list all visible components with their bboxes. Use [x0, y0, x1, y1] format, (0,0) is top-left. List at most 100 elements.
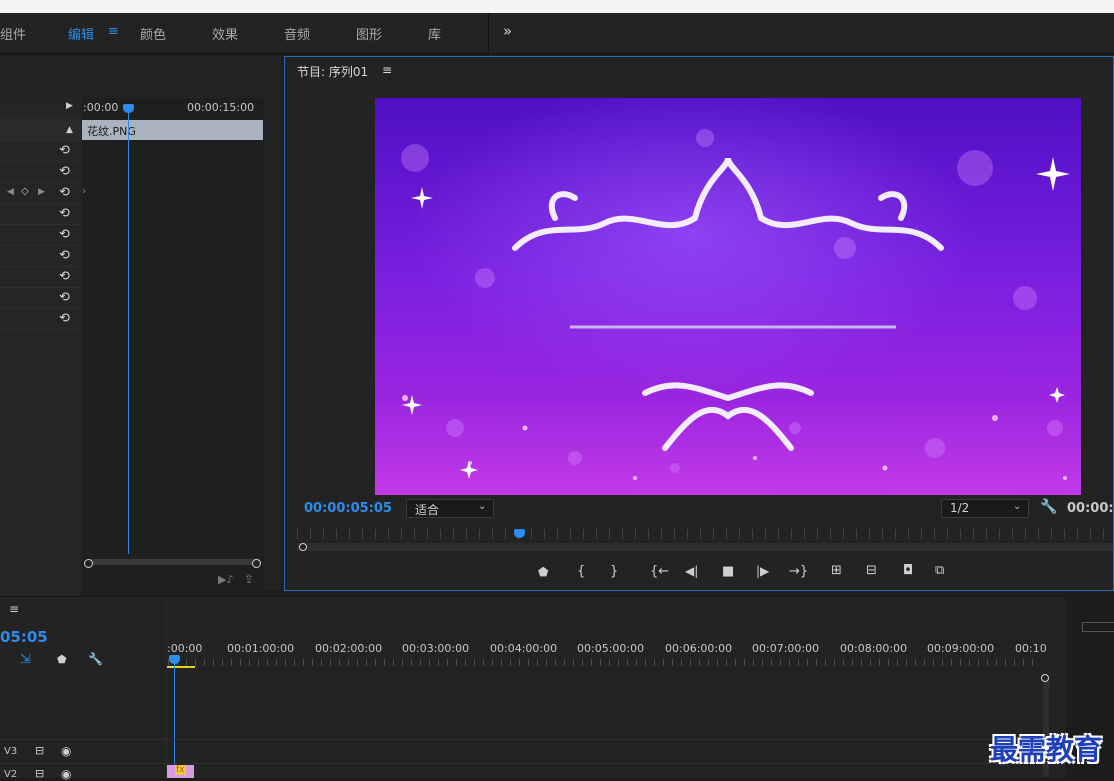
fit-select[interactable]: 适合 ⌄ [406, 499, 494, 518]
property-row: ⟲ [0, 141, 81, 162]
scrub-ruler[interactable] [297, 529, 1113, 539]
property-row: ⟲ [0, 288, 81, 309]
reset-icon[interactable]: ⟲ [59, 312, 75, 326]
watermark-text: 最需教育 [990, 733, 1103, 766]
add-keyframe-icon[interactable]: ◇ [21, 186, 29, 197]
eye-icon[interactable]: ◉ [61, 767, 71, 781]
wrench-icon[interactable]: 🔧 [1040, 499, 1057, 515]
mark-in-icon[interactable]: { [577, 564, 595, 582]
workspace-menu-icon[interactable]: ≡ [108, 24, 119, 39]
timeline-timecode[interactable]: 05:05 [0, 628, 48, 646]
source-header-row: ▶ [0, 98, 81, 119]
fit-value: 适合 [415, 503, 440, 517]
mini-ruler-end: 00:00:15:00 [187, 101, 255, 114]
stop-icon[interactable]: ■ [722, 564, 740, 582]
reset-icon[interactable]: ⟲ [59, 207, 75, 221]
settings-wrench-icon[interactable]: 🔧 [88, 652, 103, 666]
extract-icon[interactable]: ⊟ [866, 563, 884, 581]
camera-icon[interactable]: ◘ [903, 563, 921, 581]
zoom-scrollbar[interactable] [86, 559, 261, 565]
zoom-bar[interactable] [297, 543, 1113, 551]
program-playhead[interactable] [514, 529, 525, 538]
workspace-tab-editing[interactable]: 编辑 [68, 24, 94, 43]
workspace-tab-color[interactable]: 颜色 [140, 24, 166, 43]
reset-icon[interactable]: ⟲ [59, 270, 75, 284]
export-icon[interactable]: ⇪ [244, 572, 254, 586]
reset-icon[interactable]: ⟲ [59, 291, 75, 305]
mini-playhead[interactable] [123, 104, 134, 113]
meter-frame [1082, 622, 1114, 632]
chevron-down-icon: ⌄ [478, 501, 487, 512]
reset-icon[interactable]: ⟲ [59, 249, 75, 263]
next-keyframe-icon[interactable]: ▶ [38, 187, 45, 197]
ruler-label: 00:05:00:00 [577, 642, 645, 655]
clip-bar[interactable]: 花纹.PNG [82, 120, 263, 140]
track-divider [0, 739, 1040, 740]
track-name-v3: V3 [4, 746, 18, 757]
timeline-menu-icon[interactable]: ≡ [9, 602, 19, 616]
ruler-label: 00:04:00:00 [490, 642, 558, 655]
ruler-label: 00:08:00:00 [840, 642, 908, 655]
reset-icon[interactable]: ⟲ [59, 144, 75, 158]
window-top-strip [0, 0, 1114, 13]
property-row: ⟲ [0, 162, 81, 183]
workspace-tab-libraries[interactable]: 库 [428, 24, 441, 43]
program-timecode[interactable]: 00:00:05:05 [304, 501, 392, 516]
effect-controls-panel: ▶ ▲ ⟲ ⟲ ◀ ◇ ▶ ⟲ ⟲ ⟲ ⟲ ⟲ ⟲ ⟲ :00:00 00:00… [0, 56, 281, 614]
collapse-arrow-icon[interactable]: ▲ [66, 125, 73, 135]
resolution-value: 1/2 [950, 501, 970, 515]
lift-icon[interactable]: ⊞ [831, 563, 849, 581]
program-title[interactable]: 节目: 序列01 [297, 63, 368, 80]
eye-icon[interactable]: ◉ [61, 744, 71, 758]
go-to-in-icon[interactable]: {← [650, 564, 669, 582]
snap-icon[interactable]: ⇲ [20, 652, 31, 667]
compare-view-icon[interactable]: ⧉ [935, 563, 953, 581]
reset-icon[interactable]: ⟲ [59, 165, 75, 179]
expand-arrow-icon[interactable]: ▶ [66, 101, 73, 111]
ruler-label: :00:00 [167, 642, 203, 655]
scroll-handle[interactable] [1041, 674, 1049, 682]
chevron-down-icon: ⌄ [1013, 501, 1022, 512]
prev-keyframe-icon[interactable]: ◀ [7, 187, 14, 197]
work-area-bar[interactable] [167, 666, 195, 668]
ruler-label: 00:10 [1015, 642, 1047, 655]
add-marker-icon[interactable]: ⬟ [57, 653, 67, 666]
track-divider [0, 763, 1040, 764]
motion-row: ▲ [0, 120, 81, 141]
property-row: ⟲ [0, 267, 81, 288]
zoom-handle-left[interactable] [84, 559, 93, 568]
zoom-handle[interactable] [299, 543, 307, 551]
timeline-panel: ≡ 05:05 ⇲ ⬟ 🔧 :00:00 00:01:00:00 00:02:0… [0, 596, 1066, 781]
step-forward-icon[interactable]: |▶ [756, 564, 774, 582]
mark-out-icon[interactable]: } [610, 564, 628, 582]
workspace-tab-effects[interactable]: 效果 [212, 24, 238, 43]
step-back-icon[interactable]: ◀| [685, 564, 703, 582]
resolution-select[interactable]: 1/2 ⌄ [941, 499, 1029, 518]
program-monitor: 节目: 序列01 ≡ 00:00:05:05 适合 ⌄ 1/2 ⌄ 🔧 00:0… [284, 56, 1114, 591]
sync-lock-icon[interactable]: ⊟ [35, 767, 44, 780]
timeline-clip[interactable]: fx [167, 765, 194, 778]
timeline-ruler-ticks[interactable] [168, 659, 1040, 666]
property-row: ⟲ [0, 246, 81, 267]
clip-fx-badge: fx [175, 765, 186, 775]
track-header-divider [166, 597, 167, 778]
zoom-handle-right[interactable] [252, 559, 261, 568]
program-menu-icon[interactable]: ≡ [382, 63, 392, 77]
ruler-label: 00:03:00:00 [402, 642, 470, 655]
keyframe-arrow-icon: › [82, 186, 86, 197]
reset-icon[interactable]: ⟲ [59, 186, 75, 200]
mini-timeline: :00:00 00:00:15:00 花纹.PNG › [82, 98, 264, 614]
workspace-tab-graphics[interactable]: 图形 [356, 24, 382, 43]
workspace-tab-assembly[interactable]: 组件 [0, 24, 26, 43]
sync-lock-icon[interactable]: ⊟ [35, 744, 44, 757]
mini-ruler-start: :00:00 [83, 101, 119, 114]
reset-icon[interactable]: ⟲ [59, 228, 75, 242]
go-to-out-icon[interactable]: →} [789, 564, 808, 582]
add-marker-icon[interactable]: ⬟ [538, 565, 556, 583]
program-duration: 00:00:2 [1067, 501, 1114, 516]
more-workspaces-icon[interactable]: » [503, 22, 512, 40]
workspace-tab-audio[interactable]: 音频 [284, 24, 310, 43]
timeline-playhead[interactable] [169, 655, 180, 664]
filter-audio-icon[interactable]: ▶♪ [218, 573, 233, 586]
ruler-label: 00:02:00:00 [315, 642, 383, 655]
